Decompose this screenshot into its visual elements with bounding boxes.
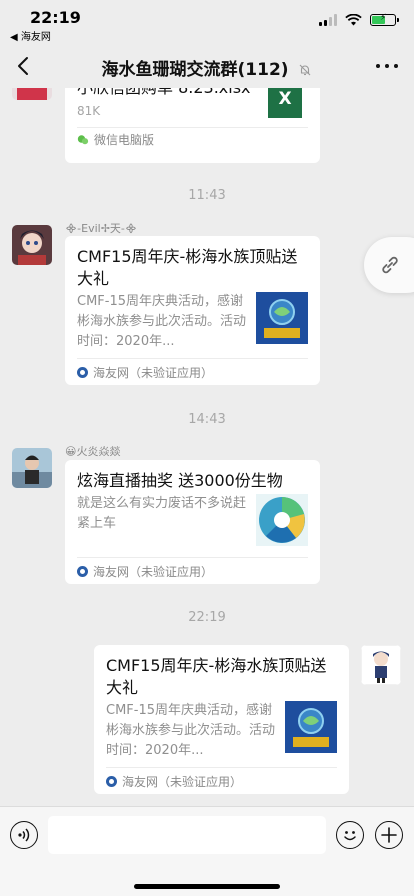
card-source: 海友网（未验证应用） [106, 773, 242, 790]
haiyou-app-icon [77, 367, 88, 378]
plus-icon [381, 827, 397, 843]
link-message-card[interactable]: 炫海直播抽奖 送3000份生物 就是这么有实力废话不多说赶紧上车 海友网（未验证… [65, 460, 320, 584]
input-bar [0, 806, 414, 896]
timestamp: 11:43 [188, 188, 226, 203]
chat-title: 海水鱼珊瑚交流群(112) [101, 60, 289, 80]
emoji-button[interactable] [336, 821, 364, 849]
file-name: 小欣信团购单 8.23.xlsx [77, 88, 251, 98]
chat-message-list[interactable]: 小欣信团购单 8.23.xlsx 81K X 微信电脑版 11:43 ᯽-Evi… [0, 88, 414, 806]
file-message-card[interactable]: 小欣信团购单 8.23.xlsx 81K X 微信电脑版 [65, 88, 320, 163]
back-to-app-link[interactable]: ◀ 海友网 [10, 28, 51, 43]
voice-wave-icon [18, 828, 30, 842]
wifi-icon [345, 14, 362, 26]
timestamp: 22:19 [188, 610, 226, 625]
card-source-label: 海友网（未验证应用） [93, 565, 214, 579]
my-avatar[interactable] [361, 645, 401, 685]
card-source: 海友网（未验证应用） [77, 364, 213, 381]
status-time: 22:19 [30, 8, 81, 27]
message-input[interactable] [48, 816, 326, 854]
card-thumbnail [285, 701, 337, 753]
link-message-card[interactable]: CMF15周年庆-彬海水族顶贴送大礼 CMF-15周年庆典活动，感谢彬海水族参与… [94, 645, 349, 794]
floating-link-button[interactable] [364, 237, 414, 293]
voice-input-button[interactable] [10, 821, 38, 849]
sender-name: 😀火炎焱燚 [65, 445, 121, 458]
status-bar: 22:19 ◀ 海友网 ⚡ [0, 0, 414, 44]
sender-name: ᯽-Evil✢天-᯽ [65, 222, 138, 235]
card-title: 炫海直播抽奖 送3000份生物 [77, 471, 283, 490]
sender-avatar[interactable] [12, 448, 52, 488]
wechat-pc-icon [77, 134, 89, 144]
card-divider [77, 127, 308, 128]
chat-title-wrap: 海水鱼珊瑚交流群(112) [0, 55, 414, 80]
card-divider [77, 358, 308, 359]
card-title: CMF15周年庆-彬海水族顶贴送大礼 [106, 656, 327, 697]
card-thumbnail [256, 494, 308, 546]
sender-avatar[interactable] [12, 225, 52, 265]
status-icons: ⚡ [319, 13, 399, 26]
more-functions-button[interactable] [375, 821, 403, 849]
file-size: 81K [77, 104, 101, 118]
mute-bell-icon [300, 64, 311, 76]
card-divider [77, 557, 308, 558]
card-thumbnail [256, 292, 308, 344]
chat-header: 海水鱼珊瑚交流群(112) [0, 44, 414, 88]
battery-icon: ⚡ [370, 13, 399, 26]
card-description: CMF-15周年庆典活动，感谢彬海水族参与此次活动。活动时间：2020年... [77, 294, 247, 349]
smiley-icon [344, 831, 356, 841]
card-source-label: 海友网（未验证应用） [122, 775, 243, 789]
timestamp: 14:43 [188, 412, 226, 427]
haiyou-app-icon [106, 776, 117, 787]
card-title: CMF15周年庆-彬海水族顶贴送大礼 [77, 247, 298, 288]
card-description: CMF-15周年庆典活动，感谢彬海水族参与此次活动。活动时间：2020年... [106, 703, 276, 758]
home-indicator [134, 884, 280, 889]
more-options-button[interactable] [376, 58, 398, 74]
card-source-label: 微信电脑版 [94, 133, 155, 147]
link-chain-icon [382, 256, 398, 274]
card-source: 海友网（未验证应用） [77, 563, 213, 580]
card-source-label: 海友网（未验证应用） [93, 366, 214, 380]
sender-avatar[interactable] [12, 88, 52, 100]
haiyou-app-icon [77, 566, 88, 577]
card-source: 微信电脑版 [77, 131, 154, 148]
card-description: 就是这么有实力废话不多说赶紧上车 [77, 496, 247, 531]
excel-file-icon: X [268, 88, 302, 118]
excel-file-letter: X [278, 89, 292, 109]
cellular-signal-icon [319, 14, 337, 26]
card-divider [106, 767, 337, 768]
link-message-card[interactable]: CMF15周年庆-彬海水族顶贴送大礼 CMF-15周年庆典活动，感谢彬海水族参与… [65, 236, 320, 385]
